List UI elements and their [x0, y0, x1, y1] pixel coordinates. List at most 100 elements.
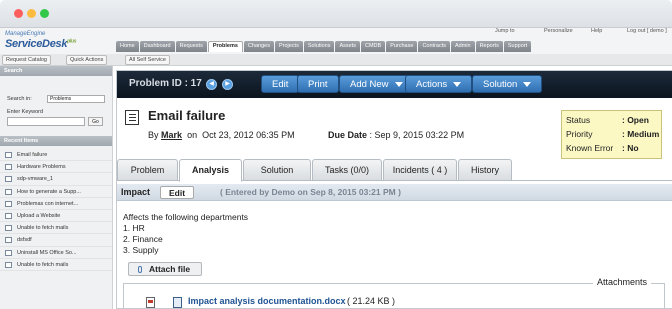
- status-row-known-error: Known Error : No: [566, 141, 657, 155]
- tab-analysis[interactable]: Analysis: [179, 159, 242, 182]
- recent-items-list: Email failure Hardware Problems sdp-vmware…: [0, 149, 112, 271]
- edit-button[interactable]: Edit: [261, 75, 300, 93]
- nav-tab-cmdb[interactable]: CMDB: [360, 41, 386, 52]
- nav-tab-problems[interactable]: Problems: [207, 41, 243, 52]
- recent-item[interactable]: Uninstall MS Office So...: [0, 247, 112, 259]
- nav-tab-admin[interactable]: Admin: [450, 41, 475, 52]
- go-button[interactable]: Go: [88, 117, 103, 126]
- search-in-select[interactable]: Problems: [47, 95, 105, 103]
- impact-line: 3. Supply: [123, 245, 159, 255]
- nav-tab-solutions[interactable]: Solutions: [303, 41, 335, 52]
- chevron-down-icon: [394, 81, 403, 87]
- problem-edit-icon: [125, 110, 139, 125]
- nav-tab-dashboard[interactable]: Dashboard: [139, 41, 175, 52]
- sidebar: Search Search in: Problems Enter Keyword…: [0, 66, 113, 309]
- recent-item[interactable]: How to generate a Supp...: [0, 186, 112, 198]
- recent-item-label: dsfsdf: [17, 237, 32, 244]
- maximize-window-button[interactable]: [40, 9, 49, 18]
- attach-file-button[interactable]: Attach file: [128, 262, 202, 276]
- status-value: : No: [622, 143, 639, 153]
- minimize-window-button[interactable]: [27, 9, 36, 18]
- impact-description: Affects the following departments 1. HR 2.…: [123, 212, 248, 256]
- actions-button[interactable]: Actions: [405, 75, 473, 93]
- status-label: Priority: [566, 129, 593, 139]
- problem-icon: [5, 152, 12, 158]
- next-arrow-icon[interactable]: ▶: [222, 79, 233, 90]
- jump-to-link[interactable]: Jump to: [495, 28, 515, 34]
- logout-link[interactable]: Log out [ demo ]: [627, 28, 667, 34]
- created-date: Oct 23, 2012 06:35 PM: [202, 130, 295, 140]
- recent-item-label: Upload a Website: [17, 212, 61, 219]
- status-label: Status: [566, 115, 591, 125]
- problem-byline: By Mark on Oct 23, 2012 06:35 PM: [148, 130, 295, 140]
- solution-button[interactable]: Solution: [472, 75, 543, 93]
- recent-section-title: Recent Items: [0, 136, 112, 146]
- status-label: Known Error: [566, 143, 614, 153]
- recent-item[interactable]: Unable to fetch mails: [0, 259, 112, 271]
- tab-solution[interactable]: Solution: [243, 159, 311, 181]
- quick-actions-button[interactable]: Quick Actions: [66, 55, 108, 65]
- status-row-priority: Priority : Medium: [566, 127, 660, 141]
- recent-item[interactable]: dsfsdf: [0, 234, 112, 247]
- problem-icon: [5, 164, 12, 171]
- request-catalog-button[interactable]: Request Catalog: [2, 55, 51, 65]
- tab-incidents-4[interactable]: Incidents ( 4 ): [383, 159, 457, 181]
- chevron-down-icon: [453, 81, 462, 87]
- attachment-size: ( 21.24 KB ): [347, 296, 396, 306]
- previous-arrow-icon[interactable]: ◀: [206, 79, 217, 90]
- nav-tab-reports[interactable]: Reports: [475, 41, 503, 52]
- recent-item-label: How to generate a Supp...: [17, 188, 81, 195]
- tab-history[interactable]: History: [458, 159, 512, 181]
- close-window-button[interactable]: [14, 9, 23, 18]
- recent-item-label: Uninstall MS Office So...: [17, 249, 77, 256]
- chevron-down-icon: [523, 81, 532, 87]
- status-value: : Open: [622, 115, 649, 125]
- tab-tasks-0-0[interactable]: Tasks (0/0): [312, 159, 382, 181]
- problem-panel: Problem ID : 17 ◀ ▶ Edit Print Add New A…: [116, 70, 672, 309]
- search-in-label: Search in:: [7, 96, 32, 102]
- nav-tab-assets[interactable]: Assets: [335, 41, 360, 52]
- recent-item[interactable]: Hardware Problems: [0, 161, 112, 174]
- nav-tab-home[interactable]: Home: [116, 41, 139, 52]
- personalize-link[interactable]: Personalize: [544, 28, 573, 34]
- delete-attachment-icon[interactable]: [146, 297, 155, 308]
- status-row-status: Status : Open: [566, 113, 657, 127]
- recent-item-label: Unable to fetch mails: [17, 225, 69, 232]
- keyword-input[interactable]: [7, 117, 85, 126]
- tab-problem[interactable]: Problem: [117, 159, 178, 181]
- nav-tab-requests[interactable]: Requests: [175, 41, 207, 52]
- impact-edit-button[interactable]: Edit: [160, 186, 194, 199]
- problem-icon: [5, 237, 12, 244]
- self-service-button[interactable]: All Self Service: [125, 55, 170, 65]
- nav-tab-support[interactable]: Support: [503, 41, 532, 52]
- recent-item[interactable]: Unable to fetch mails: [0, 222, 112, 235]
- keyword-label: Enter Keyword: [7, 109, 44, 115]
- status-box: Status : Open Priority : Medium Known Error:…: [561, 110, 662, 159]
- problem-icon: [5, 188, 12, 195]
- window-titlebar: [0, 0, 672, 28]
- problem-icon: [5, 249, 12, 256]
- recent-item[interactable]: Upload a Website: [0, 210, 112, 223]
- impact-entered-by: ( Entered by Demo on Sep 8, 2015 03:21 P…: [220, 187, 401, 197]
- recent-item[interactable]: Email failure: [0, 149, 112, 162]
- app-logo[interactable]: ServiceDeskplus: [5, 38, 77, 50]
- recent-item[interactable]: sdp-vmware_1: [0, 173, 112, 186]
- recent-item[interactable]: Problemas con internet...: [0, 198, 112, 210]
- logo-vendor: ManageEngine: [5, 31, 46, 37]
- nav-tab-changes[interactable]: Changes: [243, 41, 274, 52]
- impact-header: Impact Edit ( Entered by Demo on Sep 8, …: [117, 184, 672, 201]
- status-value: : Medium: [622, 129, 660, 139]
- print-button[interactable]: Print: [297, 75, 339, 93]
- add-new-button[interactable]: Add New: [339, 75, 414, 93]
- help-link[interactable]: Help: [591, 28, 602, 34]
- problem-icon: [5, 225, 12, 232]
- problem-title: Email failure: [148, 108, 226, 123]
- nav-tab-projects[interactable]: Projects: [274, 41, 303, 52]
- recent-item-label: Email failure: [17, 152, 48, 158]
- attachment-link[interactable]: Impact analysis documentation.docx: [188, 296, 346, 306]
- problem-icon: [5, 261, 12, 268]
- nav-tab-purchase[interactable]: Purchase: [386, 41, 418, 52]
- nav-tab-contracts[interactable]: Contracts: [418, 41, 450, 52]
- impact-line: 1. HR: [123, 223, 145, 233]
- author-link[interactable]: Mark: [161, 130, 182, 140]
